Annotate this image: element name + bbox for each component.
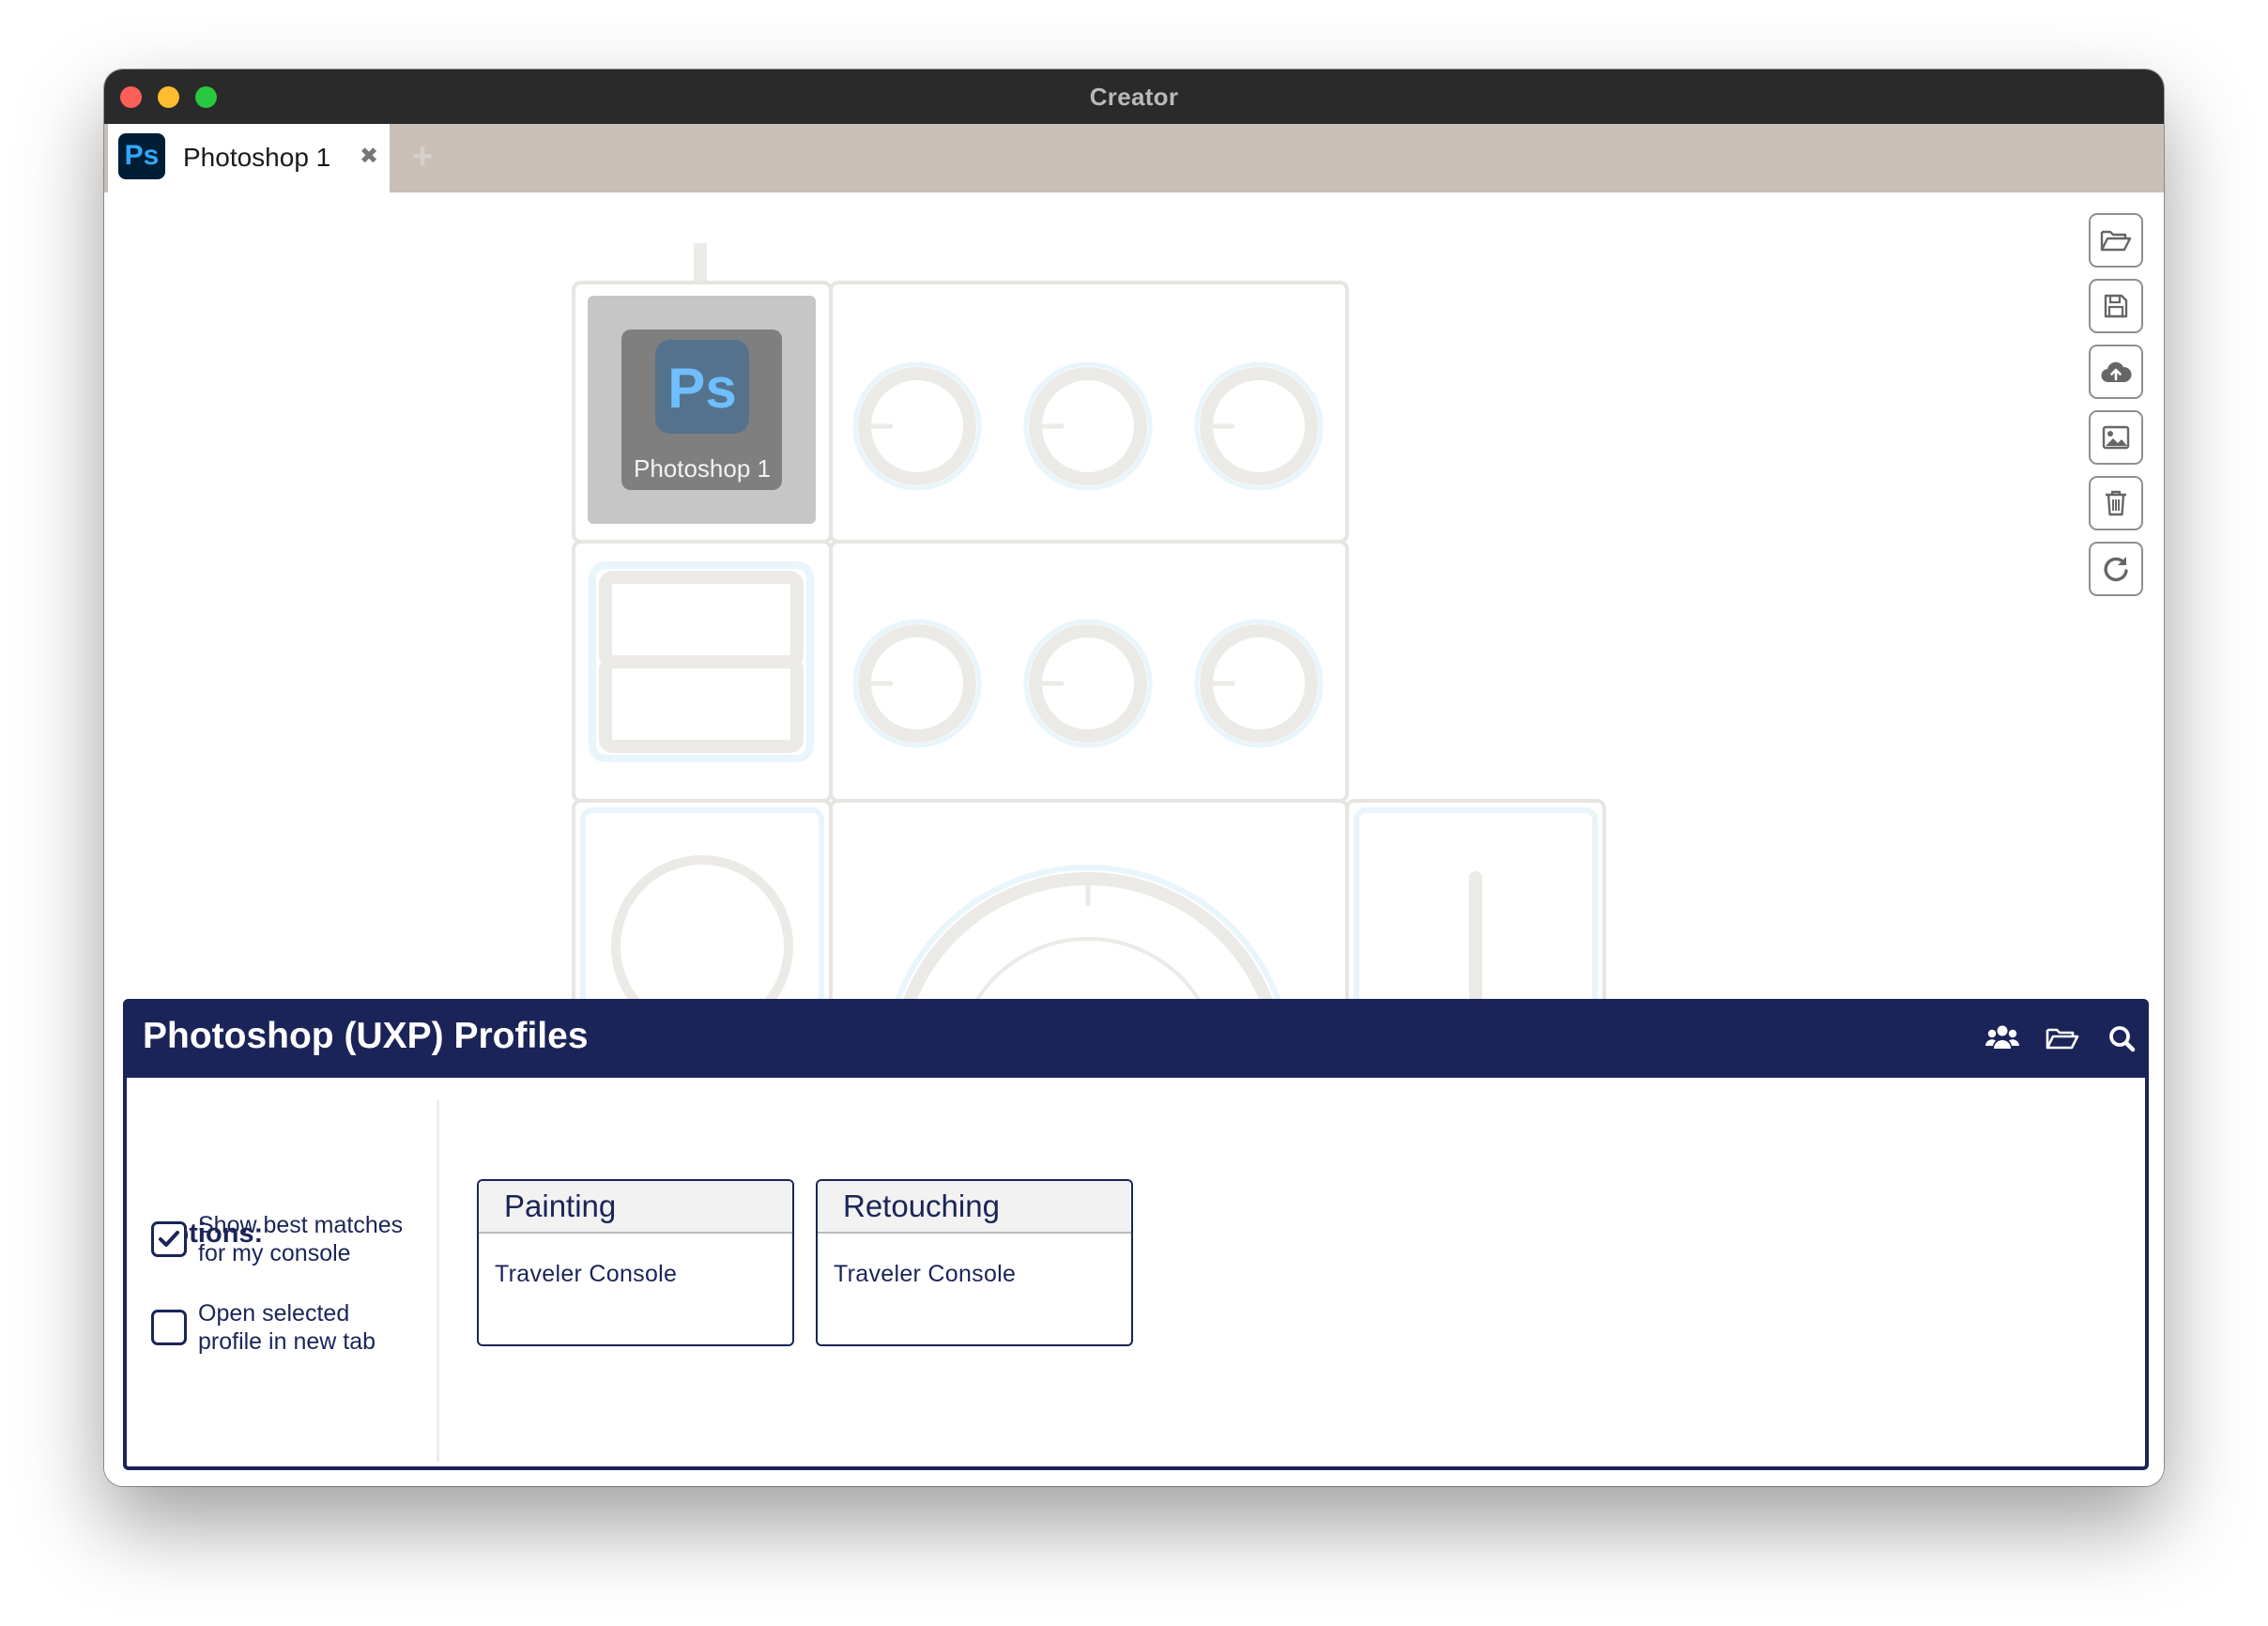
dial-module	[829, 281, 1349, 544]
open-button[interactable]	[2089, 213, 2143, 268]
image-icon	[2102, 425, 2130, 450]
refresh-button[interactable]	[2089, 542, 2143, 596]
save-button[interactable]	[2089, 279, 2143, 333]
option-open-new-tab[interactable]: Open selected profile in new tab	[151, 1299, 414, 1356]
dial-module	[829, 540, 1349, 803]
window-title: Creator	[1089, 83, 1179, 111]
checkbox-unchecked[interactable]	[151, 1310, 187, 1345]
tab-close-icon[interactable]: ✖	[360, 143, 378, 170]
right-toolbar	[2089, 213, 2145, 607]
delete-button[interactable]	[2089, 476, 2143, 530]
photoshop-logo-icon: Ps	[118, 133, 165, 179]
console-button[interactable]	[599, 571, 804, 668]
profile-card-retouching[interactable]: Retouching Traveler Console	[816, 1179, 1133, 1346]
search-icon[interactable]	[2104, 1020, 2141, 1057]
save-icon	[2104, 294, 2128, 318]
panel-title: Photoshop (UXP) Profiles	[143, 1016, 589, 1056]
profile-card-painting[interactable]: Painting Traveler Console	[477, 1179, 794, 1346]
tile-label: Photoshop 1	[634, 454, 771, 483]
checkbox-checked[interactable]	[151, 1221, 187, 1257]
profile-device: Traveler Console	[834, 1261, 1017, 1287]
console-button[interactable]	[599, 655, 804, 753]
trash-icon	[2106, 490, 2126, 516]
panel-header: Photoshop (UXP) Profiles	[123, 999, 2149, 1078]
folder-open-icon	[2100, 230, 2132, 252]
folder-open-icon[interactable]	[2044, 1020, 2081, 1057]
options-divider	[437, 1100, 439, 1462]
option-show-best-matches[interactable]: Show best matches for my console	[151, 1211, 414, 1267]
add-tab-icon[interactable]: +	[412, 137, 433, 177]
users-icon[interactable]	[1984, 1020, 2021, 1057]
tile-logo-text: Ps	[667, 357, 736, 420]
profile-name: Retouching	[818, 1181, 1131, 1234]
options-section: Options:	[127, 1078, 437, 1463]
tab-bar: Ps Photoshop 1 ✖ +	[104, 124, 2164, 192]
cloud-upload-icon	[2101, 361, 2132, 383]
console-layout: Ps Photoshop 1	[572, 243, 1606, 1075]
upload-button[interactable]	[2089, 345, 2143, 399]
profile-name: Painting	[479, 1181, 792, 1234]
checkmark-icon	[159, 1231, 179, 1247]
tab-title: Photoshop 1	[183, 143, 331, 172]
title-bar: Creator	[104, 69, 2164, 124]
tab-photoshop-1[interactable]: Ps Photoshop 1 ✖	[108, 124, 390, 192]
option-label: Show best matches for my console	[198, 1212, 404, 1266]
profile-device: Traveler Console	[495, 1261, 678, 1287]
console-connector	[694, 243, 707, 283]
image-button[interactable]	[2089, 410, 2143, 465]
profiles-panel: Photoshop (UXP) Profiles Options: Show b…	[123, 999, 2149, 1470]
refresh-icon	[2104, 557, 2128, 582]
app-window: Creator Ps Photoshop 1 ✖ + Ps Photoshop …	[104, 69, 2164, 1486]
option-label: Open selected profile in new tab	[198, 1300, 376, 1355]
